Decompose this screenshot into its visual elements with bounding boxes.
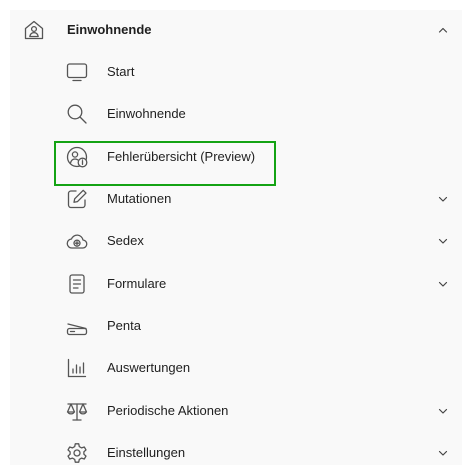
chevron-down-icon[interactable] [436, 404, 450, 418]
sidebar-item-label: Formulare [107, 276, 167, 291]
house-person-icon [22, 18, 46, 42]
sidebar-item-label: Einstellungen [107, 445, 186, 460]
sidebar-item-periodische-aktionen[interactable]: Periodische Aktionen [10, 394, 462, 428]
sidebar-item-label: Mutationen [107, 191, 172, 206]
cloud-add-icon [65, 229, 89, 253]
search-icon [65, 102, 89, 126]
chevron-down-icon[interactable] [436, 277, 450, 291]
sidebar-nav: Einwohnende Start Einwohnende Fehlerüber… [10, 10, 462, 465]
sidebar-item-penta[interactable]: Penta [10, 309, 462, 343]
sidebar-item-label: Einwohnende [107, 106, 186, 121]
sidebar-item-formulare[interactable]: Formulare [10, 267, 462, 301]
nav-section-label: Einwohnende [67, 22, 152, 37]
chevron-down-icon[interactable] [436, 234, 450, 248]
monitor-icon [65, 60, 89, 84]
sidebar-item-auswertungen[interactable]: Auswertungen [10, 351, 462, 385]
sidebar-item-label: Start [107, 64, 135, 79]
sidebar-item-label: Penta [107, 318, 141, 333]
scanner-icon [65, 314, 89, 338]
bar-chart-icon [65, 356, 89, 380]
chevron-down-icon[interactable] [436, 192, 450, 206]
person-info-icon [65, 145, 89, 169]
chevron-down-icon[interactable] [436, 446, 450, 460]
sidebar-item-mutationen[interactable]: Mutationen [10, 182, 462, 216]
chevron-up-icon[interactable] [436, 23, 450, 37]
gear-icon [65, 441, 89, 465]
sidebar-item-label: Periodische Aktionen [107, 403, 229, 418]
scale-icon [65, 399, 89, 423]
edit-icon [65, 187, 89, 211]
sidebar-item-einwohnende[interactable]: Einwohnende [10, 97, 462, 131]
document-icon [65, 272, 89, 296]
sidebar-item-fehleruebersicht[interactable]: Fehlerübersicht (Preview) [10, 140, 462, 174]
sidebar-item-label: Auswertungen [107, 360, 191, 375]
nav-section-einwohnende[interactable]: Einwohnende [10, 13, 462, 47]
sidebar-item-start[interactable]: Start [10, 55, 462, 89]
sidebar-item-sedex[interactable]: Sedex [10, 224, 462, 258]
sidebar-item-label: Fehlerübersicht (Preview) [107, 149, 256, 164]
sidebar-item-label: Sedex [107, 233, 144, 248]
